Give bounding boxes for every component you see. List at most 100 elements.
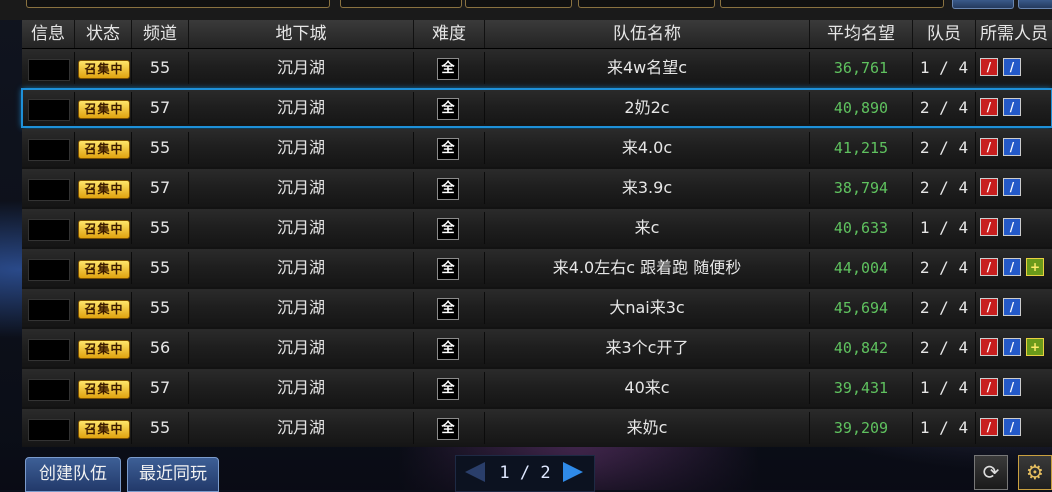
dungeon-cell: 沉月湖: [189, 92, 414, 124]
header-dungeon[interactable]: 地下城: [189, 20, 414, 48]
dungeon-text: 沉月湖: [276, 98, 325, 117]
sword-red-icon: /: [980, 338, 998, 356]
team-name-cell: 来4w名望c: [485, 52, 810, 84]
status-cell: 召集中: [75, 132, 132, 164]
table-row[interactable]: 召集中 57 沉月湖全 2奶2c 40,890 2 / 4//: [21, 88, 1052, 128]
status-badge: 召集中: [78, 380, 130, 399]
table-row[interactable]: 召集中 55 沉月湖全大nai来3c 45,694 2 / 4//: [22, 289, 1052, 327]
sword-blue-icon: /: [1003, 258, 1021, 276]
next-page-icon[interactable]: [563, 462, 583, 482]
team-name-text: 来奶c: [626, 418, 668, 437]
avg-fame-cell: 44,004: [810, 252, 913, 284]
sword-blue-icon: /: [1003, 98, 1021, 116]
channel-text: 55: [149, 418, 171, 437]
dungeon-cell: 沉月湖: [189, 332, 414, 364]
sword-blue-icon: /: [1003, 378, 1021, 396]
members-cell: 2 / 4: [913, 252, 976, 284]
table-row[interactable]: 召集中 57 沉月湖全 40来c 39,431 1 / 4//: [22, 369, 1052, 407]
table-row[interactable]: 召集中 57 沉月湖全来3.9c 38,794 2 / 4//: [22, 169, 1052, 207]
sword-red-icon: /: [980, 138, 998, 156]
sword-red-icon: /: [980, 418, 998, 436]
dungeon-text: 沉月湖: [276, 138, 325, 157]
dungeon-cell: 沉月湖: [189, 252, 414, 284]
info-box[interactable]: [28, 219, 70, 241]
avg-fame-cell: 40,890: [810, 92, 913, 124]
channel-text: 55: [149, 298, 171, 317]
needed-cell: / /: [976, 52, 1052, 84]
members-cell: 1 / 4: [913, 52, 976, 84]
sword-blue-icon: /: [1003, 178, 1021, 196]
filter-button[interactable]: [1018, 0, 1052, 9]
avg-fame-text: 39,209: [833, 419, 889, 437]
table-row[interactable]: 召集中 55 沉月湖 全 来4.0左右c 跟着跑 随便秒 44,004 2 / 4 / / +: [22, 249, 1052, 287]
header-team-name[interactable]: 队伍名称: [485, 20, 810, 48]
status-cell: 召集中: [75, 52, 132, 84]
channel-cell: 55: [132, 52, 189, 84]
info-box[interactable]: [28, 179, 70, 201]
channel-filter-dropdown[interactable]: [465, 0, 572, 8]
needed-cell: / /: [976, 132, 1052, 164]
difficulty-filter-dropdown[interactable]: [340, 0, 462, 8]
team-name-cell: 来4.0c: [485, 132, 810, 164]
info-box[interactable]: [28, 379, 70, 401]
info-box[interactable]: [28, 259, 70, 281]
info-box[interactable]: [28, 339, 70, 361]
status-cell: 召集中: [75, 172, 132, 204]
header-difficulty[interactable]: 难度: [414, 20, 485, 48]
team-name-cell: 来c: [485, 212, 810, 244]
status-cell: 召集中: [75, 292, 132, 324]
header-info[interactable]: 信息: [22, 20, 75, 48]
dungeon-text: 沉月湖: [276, 338, 325, 357]
info-cell: [22, 52, 75, 84]
avg-fame-text: 41,215: [833, 139, 889, 157]
search-button[interactable]: [952, 0, 1014, 9]
page-indicator: 1 / 2: [499, 463, 551, 483]
sword-red-icon: /: [980, 378, 998, 396]
header-avg-fame[interactable]: 平均名望: [810, 20, 913, 48]
difficulty-badge: 全: [437, 298, 459, 320]
progress-filter-dropdown[interactable]: [578, 0, 715, 8]
info-cell: [22, 132, 75, 164]
info-cell: [22, 212, 75, 244]
channel-cell: 56: [132, 332, 189, 364]
header-status[interactable]: 状态: [75, 20, 132, 48]
avg-fame-cell: 40,633: [810, 212, 913, 244]
info-cell: [22, 292, 75, 324]
sword-red-icon: /: [980, 258, 998, 276]
status-badge: 召集中: [78, 60, 130, 79]
table-row[interactable]: 召集中 55 沉月湖全来4.0c 41,215 2 / 4//: [22, 129, 1052, 167]
members-text: 2 / 4: [919, 298, 969, 317]
table-row[interactable]: 召集中 55 沉月湖全来4w名望c 36,761 1 / 4//: [22, 49, 1052, 87]
search-input[interactable]: [720, 0, 944, 8]
dungeon-text: 沉月湖: [276, 418, 325, 437]
avg-fame-cell: 39,431: [810, 372, 913, 404]
status-badge: 召集中: [78, 420, 130, 439]
info-box[interactable]: [28, 139, 70, 161]
dungeon-filter-dropdown[interactable]: [26, 0, 330, 8]
table-row[interactable]: 召集中 56 沉月湖 全 来3个c开了 40,842 2 / 4 / / +: [22, 329, 1052, 367]
members-text: 2 / 4: [919, 338, 969, 357]
info-box[interactable]: [28, 99, 70, 121]
avg-fame-text: 40,633: [833, 219, 889, 237]
status-cell: 召集中: [75, 92, 132, 124]
header-needed[interactable]: 所需人员: [976, 20, 1052, 48]
refresh-icon[interactable]: ⟳: [974, 455, 1008, 490]
recent-play-button[interactable]: 最近同玩: [127, 457, 219, 492]
members-text: 2 / 4: [919, 138, 969, 157]
info-box[interactable]: [28, 419, 70, 441]
header-channel[interactable]: 频道: [132, 20, 189, 48]
info-box[interactable]: [28, 59, 70, 81]
members-text: 1 / 4: [919, 418, 969, 437]
difficulty-cell: 全: [414, 92, 485, 124]
prev-page-icon[interactable]: [465, 462, 485, 482]
difficulty-badge: 全: [437, 138, 459, 160]
needed-cell: / /: [976, 172, 1052, 204]
gear-icon[interactable]: ⚙: [1018, 455, 1052, 490]
team-name-text: 来4.0c: [621, 138, 673, 157]
status-cell: 召集中: [75, 212, 132, 244]
header-members[interactable]: 队员: [913, 20, 976, 48]
dungeon-cell: 沉月湖: [189, 132, 414, 164]
info-box[interactable]: [28, 299, 70, 321]
table-row[interactable]: 召集中 55 沉月湖全来c 40,633 1 / 4//: [22, 209, 1052, 247]
create-team-button[interactable]: 创建队伍: [25, 457, 121, 492]
